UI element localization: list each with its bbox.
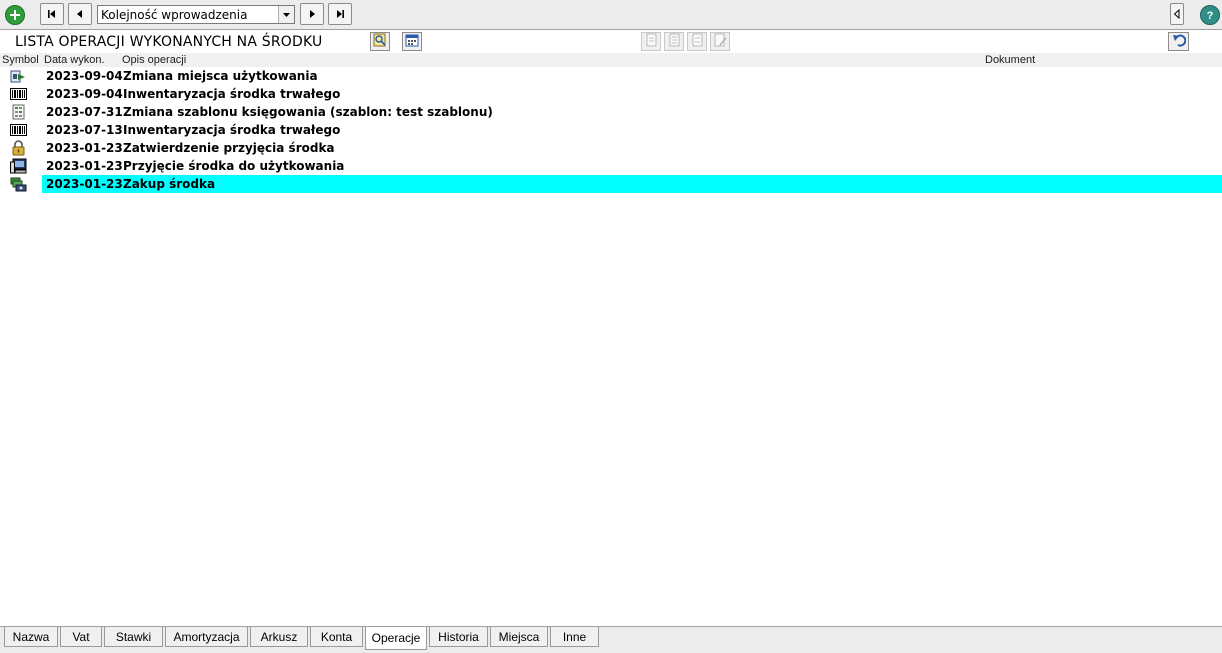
row-date: 2023-01-23	[46, 159, 123, 173]
next-record-button[interactable]	[300, 3, 324, 25]
document-edit-icon	[714, 33, 727, 50]
tab-arkusz[interactable]: Arkusz	[250, 627, 308, 647]
tab-konta[interactable]: Konta	[310, 627, 363, 647]
row-description: Inwentaryzacja środka trwałego	[123, 123, 341, 137]
previous-record-icon	[75, 9, 85, 19]
tab-stawki[interactable]: Stawki	[104, 627, 163, 647]
tab-nazwa[interactable]: Nazwa	[4, 627, 58, 647]
next-record-icon	[307, 9, 317, 19]
tab-bar: Nazwa Vat Stawki Amortyzacja Arkusz Kont…	[0, 626, 1222, 653]
tab-miejsca[interactable]: Miejsca	[490, 627, 548, 647]
disabled-action-4	[710, 32, 730, 51]
order-select-value: Kolejność wprowadzenia	[101, 8, 248, 22]
disabled-action-3	[687, 32, 707, 51]
preview-icon	[373, 33, 387, 50]
computer-icon	[10, 158, 27, 174]
document-icon	[691, 33, 704, 50]
plus-circle-icon[interactable]	[5, 5, 25, 25]
column-date[interactable]: Data wykon.	[44, 54, 105, 66]
column-description[interactable]: Opis operacji	[122, 54, 186, 66]
document-icon	[645, 33, 658, 50]
calendar-button[interactable]	[402, 32, 422, 51]
row-description: Zatwierdzenie przyjęcia środka	[123, 141, 335, 155]
page-title: LISTA OPERACJI WYKONANYCH NA ŚRODKU	[15, 34, 323, 50]
tab-operacje[interactable]: Operacje	[365, 627, 427, 650]
row-date: 2023-09-04	[46, 69, 123, 83]
svg-text:?: ?	[1207, 10, 1214, 21]
row-description: Przyjęcie środka do użytkowania	[123, 159, 345, 173]
purchase-icon	[10, 176, 27, 192]
tab-amortyzacja[interactable]: Amortyzacja	[165, 627, 248, 647]
table-row[interactable]: 2023-01-23 Zatwierdzenie przyjęcia środk…	[0, 139, 1222, 157]
table-row[interactable]: 2023-07-31 Zmiana szablonu księgowania (…	[0, 103, 1222, 121]
disabled-action-2	[664, 32, 684, 51]
calendar-icon	[405, 33, 419, 50]
tab-inne[interactable]: Inne	[550, 627, 599, 647]
document-icon	[668, 33, 681, 50]
collapse-button[interactable]	[1170, 3, 1184, 25]
lock-icon	[10, 140, 27, 156]
tab-vat[interactable]: Vat	[60, 627, 102, 647]
column-header: Symbol Data wykon. Opis operacji Dokumen…	[0, 53, 1222, 67]
last-record-icon	[335, 9, 345, 19]
row-date: 2023-09-04	[46, 87, 123, 101]
template-icon	[10, 104, 27, 120]
row-description: Zmiana szablonu księgowania (szablon: te…	[123, 105, 493, 119]
row-date: 2023-07-13	[46, 123, 123, 137]
order-select[interactable]: Kolejność wprowadzenia	[97, 5, 295, 24]
first-record-icon	[47, 9, 57, 19]
help-icon[interactable]: ?	[1200, 5, 1220, 25]
disabled-action-1	[641, 32, 661, 51]
row-date: 2023-01-23	[46, 177, 123, 191]
table-row[interactable]: 2023-07-13 Inwentaryzacja środka trwałeg…	[0, 121, 1222, 139]
table-row[interactable]: 2023-01-23 Zakup środka	[0, 175, 1222, 193]
tab-historia[interactable]: Historia	[429, 627, 488, 647]
table-row[interactable]: 2023-01-23 Przyjęcie środka do użytkowan…	[0, 157, 1222, 175]
top-toolbar: Kolejność wprowadzenia ?	[0, 0, 1222, 30]
row-description: Zmiana miejsca użytkowania	[123, 69, 318, 83]
chevron-down-icon[interactable]	[278, 6, 294, 23]
undo-button[interactable]	[1168, 32, 1189, 51]
collapse-left-icon	[1173, 9, 1181, 19]
row-selection-highlight	[42, 175, 1222, 193]
column-symbol[interactable]: Symbol	[2, 54, 39, 66]
location-change-icon	[10, 68, 27, 84]
row-date: 2023-07-31	[46, 105, 123, 119]
table-row[interactable]: 2023-09-04 Zmiana miejsca użytkowania	[0, 67, 1222, 85]
first-record-button[interactable]	[40, 3, 64, 25]
row-date: 2023-01-23	[46, 141, 123, 155]
previous-record-button[interactable]	[68, 3, 92, 25]
row-description: Inwentaryzacja środka trwałego	[123, 87, 341, 101]
table-row[interactable]: 2023-09-04 Inwentaryzacja środka trwałeg…	[0, 85, 1222, 103]
preview-button[interactable]	[370, 32, 390, 51]
last-record-button[interactable]	[328, 3, 352, 25]
barcode-icon	[10, 122, 27, 138]
undo-icon	[1172, 33, 1186, 50]
column-document[interactable]: Dokument	[985, 54, 1035, 66]
row-description: Zakup środka	[123, 177, 216, 191]
barcode-icon	[10, 86, 27, 102]
